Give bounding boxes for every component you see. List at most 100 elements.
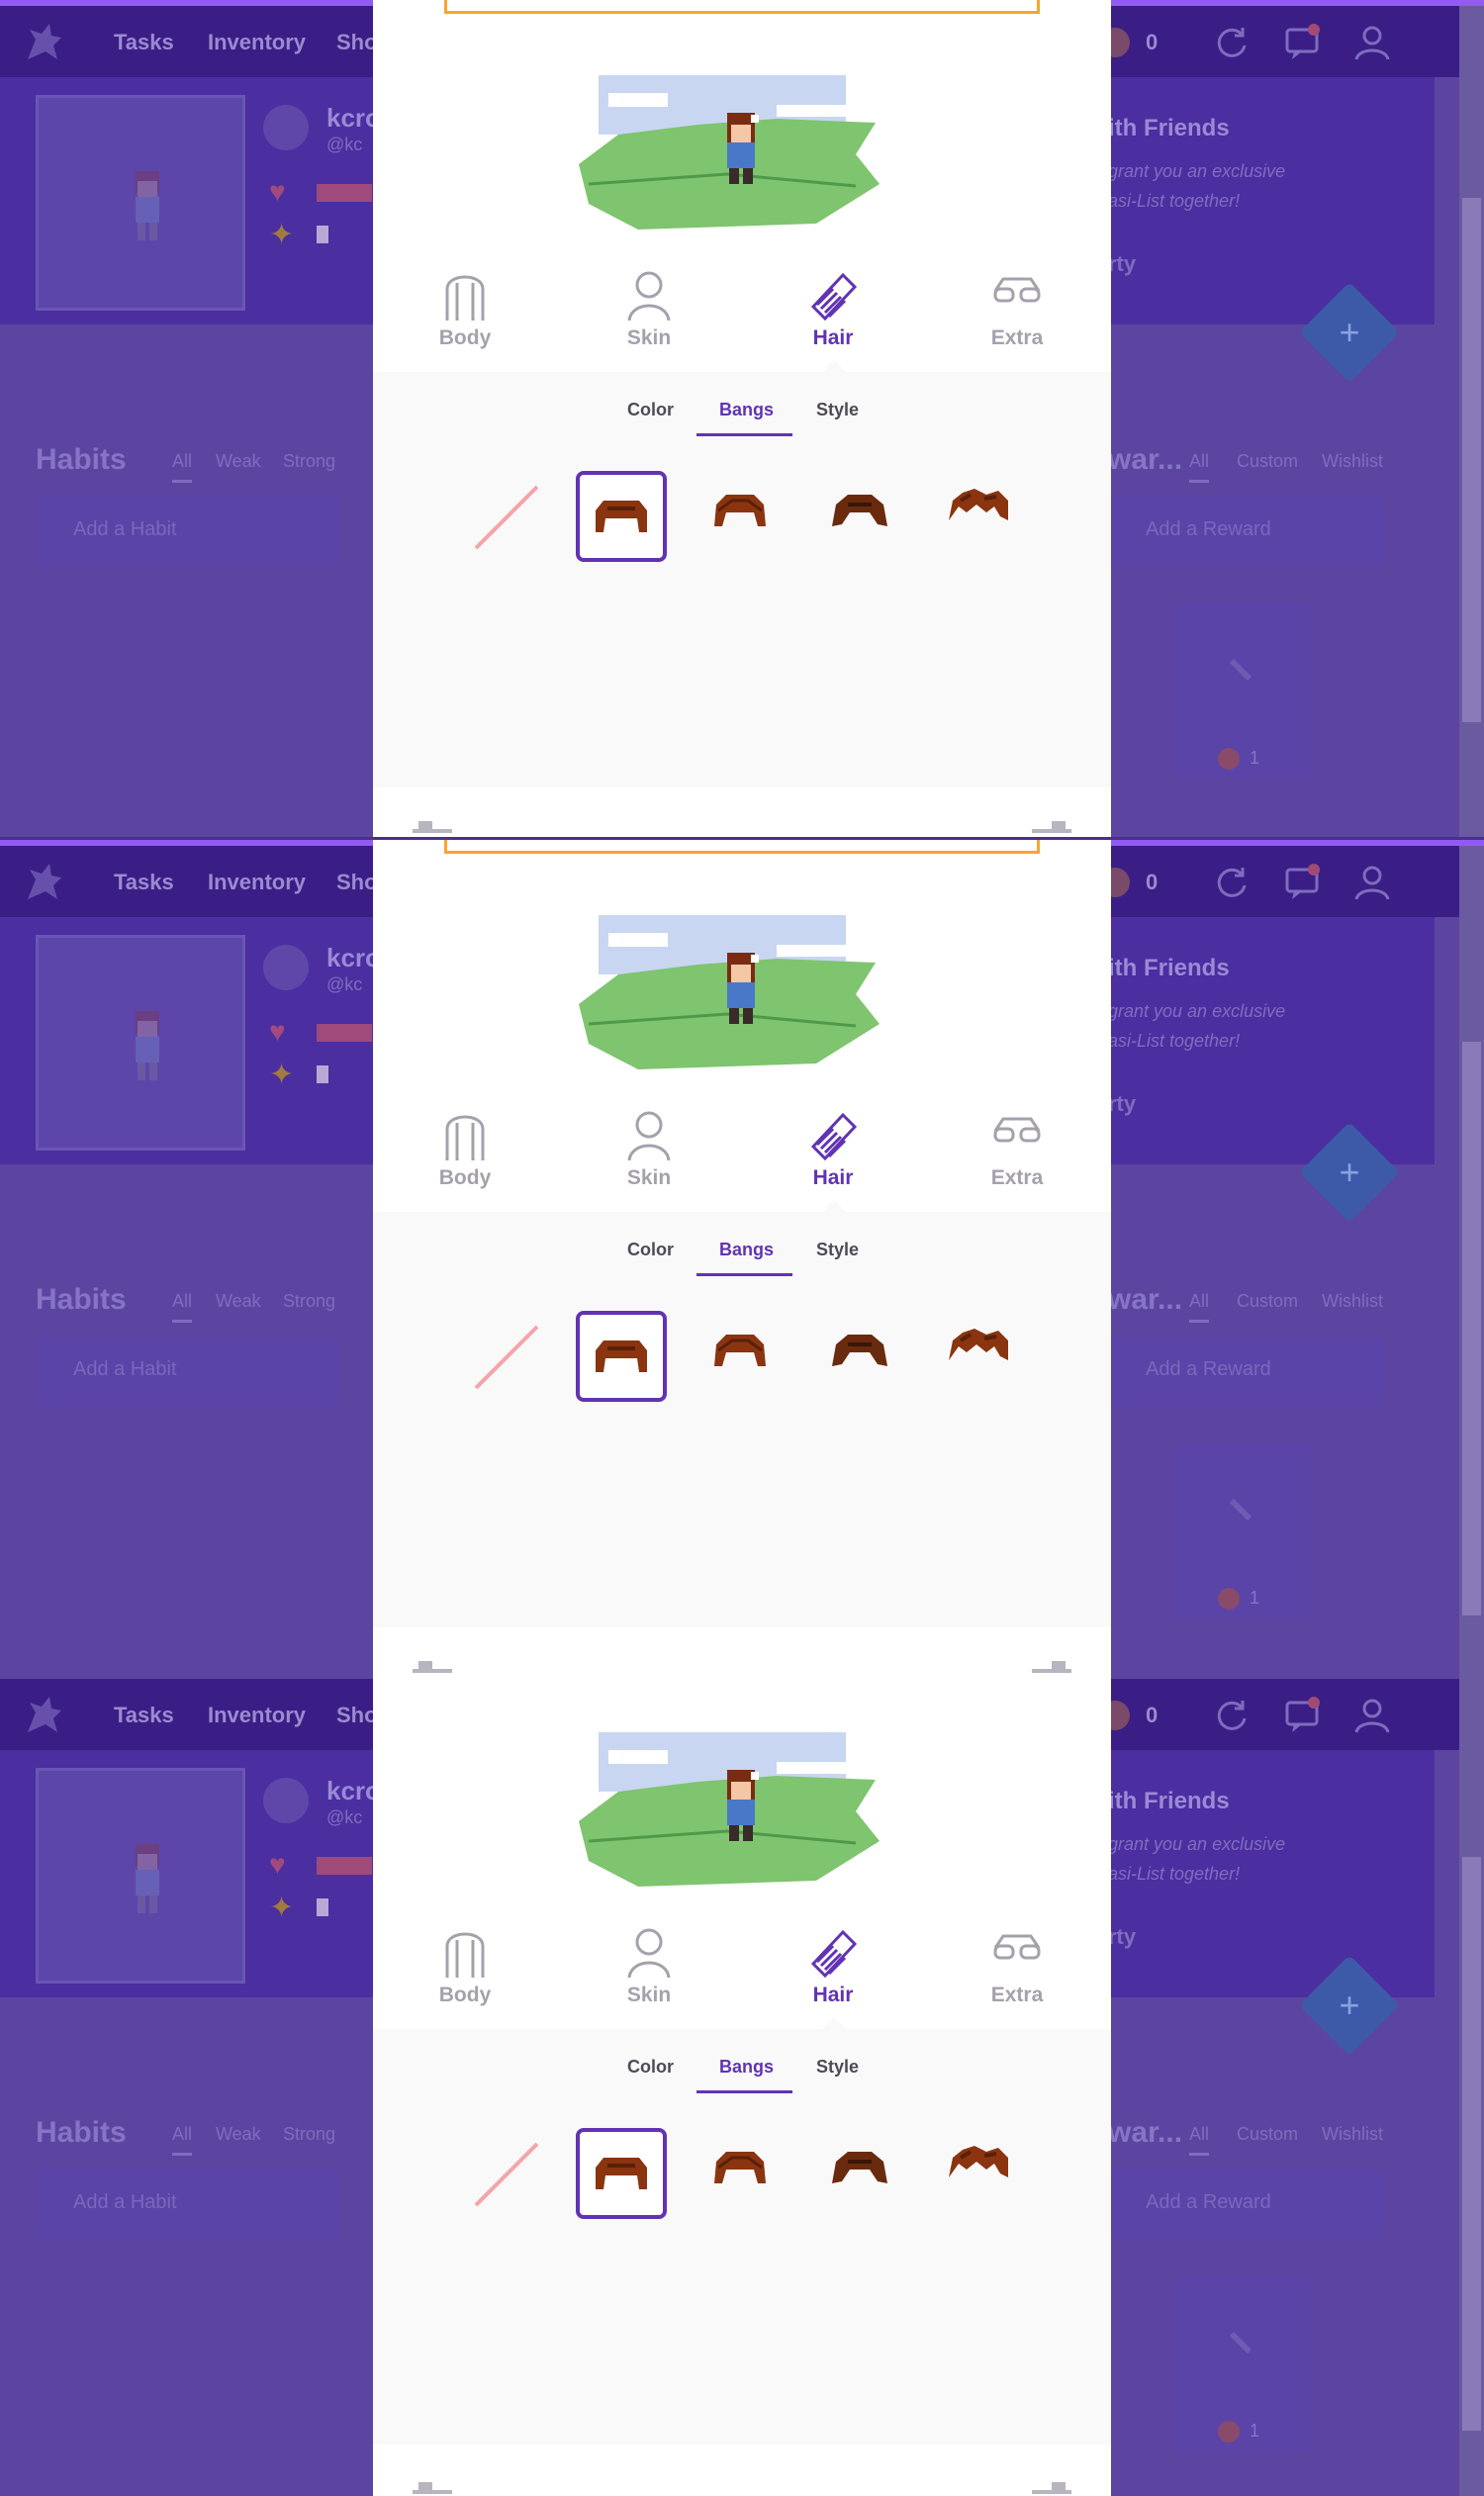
habits-filter-weak[interactable]: Weak: [216, 1291, 261, 1312]
bangs-option-2[interactable]: [698, 2128, 789, 2219]
subtab-color[interactable]: Color: [627, 2057, 674, 2078]
sync-icon[interactable]: [1213, 1697, 1251, 1734]
gryphon-logo-icon[interactable]: [22, 20, 67, 65]
sync-icon[interactable]: [1213, 24, 1251, 61]
reward-card[interactable]: 1: [1172, 603, 1311, 780]
messages-icon[interactable]: [1284, 864, 1322, 901]
gryphon-logo-icon[interactable]: [22, 860, 67, 905]
subtab-color[interactable]: Color: [627, 1240, 674, 1260]
nav-tasks[interactable]: Tasks: [114, 30, 174, 55]
add-task-fab[interactable]: +: [1299, 1122, 1400, 1223]
user-icon[interactable]: [1353, 864, 1391, 901]
bangs-option-2[interactable]: [698, 471, 789, 562]
reward-card[interactable]: 1: [1172, 2276, 1311, 2452]
main-tabs: Body Skin Hair Extra: [373, 269, 1111, 378]
habits-filter-strong[interactable]: Strong: [283, 1291, 335, 1312]
subtab-style[interactable]: Style: [816, 1240, 859, 1260]
tab-skin[interactable]: Skin: [590, 269, 708, 378]
add-habit-input[interactable]: Add a Habit: [36, 497, 338, 566]
bangs-option-3[interactable]: [818, 471, 909, 562]
bangs-option-4[interactable]: [937, 2128, 1028, 2219]
nav-inventory[interactable]: Inventory: [208, 30, 306, 55]
rewards-filter-all[interactable]: All: [1189, 451, 1210, 483]
tab-extra[interactable]: Extra: [958, 269, 1076, 378]
scrollbar-thumb[interactable]: [1462, 198, 1481, 722]
bangs-option-3[interactable]: [818, 2128, 909, 2219]
rewards-filter-all[interactable]: All: [1189, 2124, 1210, 2156]
avatar-box[interactable]: [36, 1768, 245, 1984]
subtab-bangs[interactable]: Bangs: [719, 1240, 774, 1260]
habits-filter-weak[interactable]: Weak: [216, 2124, 261, 2145]
add-task-fab[interactable]: +: [1299, 282, 1400, 383]
tab-body[interactable]: Body: [406, 1109, 524, 1218]
nav-inventory[interactable]: Inventory: [208, 1703, 306, 1728]
habits-filter-strong[interactable]: Strong: [283, 451, 335, 472]
subtab-color[interactable]: Color: [627, 400, 674, 420]
habits-filter-all[interactable]: All: [172, 1291, 193, 1323]
start-party-button[interactable]: rty: [1108, 1924, 1136, 1950]
start-party-button[interactable]: rty: [1108, 1091, 1136, 1117]
nav-inventory[interactable]: Inventory: [208, 870, 306, 895]
scrollbar-thumb[interactable]: [1462, 1857, 1481, 2431]
bangs-option-1[interactable]: [576, 471, 667, 562]
experience-bar: [317, 226, 328, 243]
subtab-bangs[interactable]: Bangs: [719, 2057, 774, 2078]
screen-frame-1: Tasks Inventory Sho 0 kcro @kc ♥ ✦ ith F…: [0, 0, 1484, 837]
habits-filter-all[interactable]: All: [172, 451, 193, 483]
add-reward-input[interactable]: Add a Reward: [1108, 497, 1385, 566]
bangs-option-4[interactable]: [937, 471, 1028, 562]
add-habit-input[interactable]: Add a Habit: [36, 1337, 338, 1406]
subtab-bangs[interactable]: Bangs: [719, 400, 774, 420]
user-icon[interactable]: [1353, 1697, 1391, 1734]
rewards-filter-custom[interactable]: Custom: [1237, 1291, 1298, 1312]
bangs-option-1[interactable]: [576, 1311, 667, 1402]
user-icon[interactable]: [1353, 24, 1391, 61]
add-reward-input[interactable]: Add a Reward: [1108, 1337, 1385, 1406]
nav-shops[interactable]: Sho: [336, 870, 378, 895]
avatar-box[interactable]: [36, 95, 245, 311]
bangs-option-3[interactable]: [818, 1311, 909, 1402]
add-reward-input[interactable]: Add a Reward: [1108, 2170, 1385, 2239]
rewards-filter-all[interactable]: All: [1189, 1291, 1210, 1323]
scrollbar-thumb[interactable]: [1462, 1042, 1481, 1616]
bangs-option-none[interactable]: [472, 483, 541, 552]
rewards-filter-custom[interactable]: Custom: [1237, 451, 1298, 472]
messages-icon[interactable]: [1284, 1697, 1322, 1734]
bangs-option-2[interactable]: [698, 1311, 789, 1402]
tab-skin-label: Skin: [626, 1984, 672, 2006]
add-habit-input[interactable]: Add a Habit: [36, 2170, 338, 2239]
rewards-filter-wishlist[interactable]: Wishlist: [1322, 1291, 1383, 1312]
tab-extra[interactable]: Extra: [958, 1109, 1076, 1218]
tab-extra[interactable]: Extra: [958, 1926, 1076, 2035]
nav-tasks[interactable]: Tasks: [114, 1703, 174, 1728]
subtab-style[interactable]: Style: [816, 2057, 859, 2078]
messages-icon[interactable]: [1284, 24, 1322, 61]
avatar-box[interactable]: [36, 935, 245, 1151]
nav-shops[interactable]: Sho: [336, 30, 378, 55]
habits-filter-all[interactable]: All: [172, 2124, 193, 2156]
add-task-fab[interactable]: +: [1299, 1955, 1400, 2056]
nav-shops[interactable]: Sho: [336, 1703, 378, 1728]
bangs-option-none[interactable]: [472, 1323, 541, 1392]
tab-body[interactable]: Body: [406, 269, 524, 378]
reward-card[interactable]: 1: [1172, 1443, 1311, 1619]
rewards-title: war...: [1108, 2116, 1183, 2149]
bangs-1-icon: [596, 1340, 647, 1372]
start-party-button[interactable]: rty: [1108, 251, 1136, 277]
rewards-filter-wishlist[interactable]: Wishlist: [1322, 2124, 1383, 2145]
tab-body[interactable]: Body: [406, 1926, 524, 2035]
bangs-option-none[interactable]: [472, 2140, 541, 2209]
sync-icon[interactable]: [1213, 864, 1251, 901]
habits-filter-weak[interactable]: Weak: [216, 451, 261, 472]
nav-tasks[interactable]: Tasks: [114, 870, 174, 895]
gryphon-logo-icon[interactable]: [22, 1693, 67, 1738]
gold-coin-icon: [1218, 2421, 1240, 2443]
subtab-style[interactable]: Style: [816, 400, 859, 420]
tab-skin[interactable]: Skin: [590, 1926, 708, 2035]
tab-skin[interactable]: Skin: [590, 1109, 708, 1218]
rewards-filter-wishlist[interactable]: Wishlist: [1322, 451, 1383, 472]
bangs-option-1[interactable]: [576, 2128, 667, 2219]
rewards-filter-custom[interactable]: Custom: [1237, 2124, 1298, 2145]
habits-filter-strong[interactable]: Strong: [283, 2124, 335, 2145]
bangs-option-4[interactable]: [937, 1311, 1028, 1402]
